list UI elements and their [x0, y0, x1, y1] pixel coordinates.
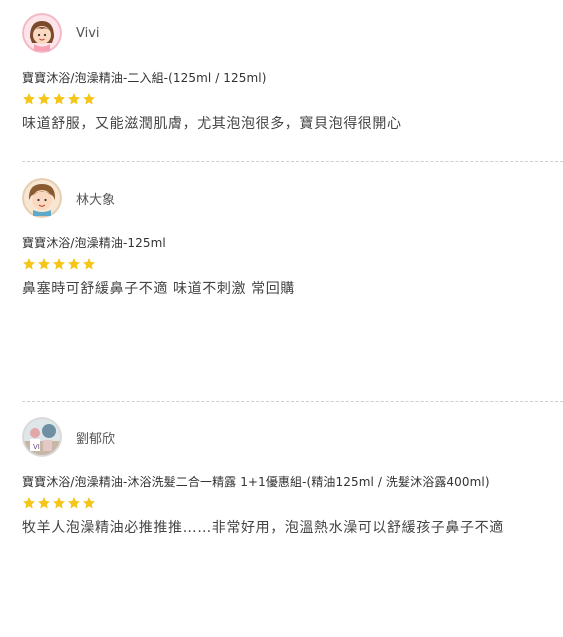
review-text: 鼻塞時可舒緩鼻子不適 味道不刺激 常回購 — [22, 281, 295, 297]
star-icon — [23, 497, 35, 509]
product-name: 寶寶沐浴/泡澡精油-二入組-(125ml / 125ml) — [22, 71, 267, 85]
reviewer-name: 劉郁欣 — [76, 431, 116, 447]
review-header: Vivi — [22, 11, 563, 55]
product-name: 寶寶沐浴/泡澡精油-沐浴洗髮二合一精露 1+1優惠組-(精油125ml / 洗髮… — [22, 475, 490, 489]
girl-avatar-icon — [22, 13, 62, 53]
star-icon — [83, 497, 95, 509]
product-name: 寶寶沐浴/泡澡精油-125ml — [22, 236, 166, 250]
review-item: 林大象 寶寶沐浴/泡澡精油-125ml 鼻塞時可舒緩鼻子不適 味道不刺激 常回購 — [22, 176, 563, 298]
star-icon — [38, 258, 50, 270]
star-icon — [23, 258, 35, 270]
boy-avatar-icon — [22, 178, 62, 218]
star-icon — [23, 93, 35, 105]
star-icon — [38, 497, 50, 509]
star-icon — [53, 497, 65, 509]
reviewer-name: 林大象 — [76, 192, 116, 208]
svg-text:VI: VI — [33, 443, 40, 451]
star-icon — [68, 497, 80, 509]
star-icon — [68, 258, 80, 270]
star-rating — [22, 257, 563, 271]
photo-avatar-icon: VI — [22, 417, 62, 457]
review-header: VI 劉郁欣 — [22, 415, 563, 459]
star-icon — [53, 258, 65, 270]
star-icon — [38, 93, 50, 105]
review-divider — [22, 401, 563, 402]
star-icon — [83, 93, 95, 105]
star-rating — [22, 496, 563, 510]
review-text: 牧羊人泡澡精油必推推推……非常好用，泡溫熱水澡可以舒緩孩子鼻子不適 — [22, 520, 504, 536]
star-rating — [22, 92, 563, 106]
review-divider — [22, 161, 563, 162]
reviewer-name: Vivi — [76, 25, 100, 41]
star-icon — [83, 258, 95, 270]
star-icon — [53, 93, 65, 105]
star-icon — [68, 93, 80, 105]
review-header: 林大象 — [22, 176, 563, 220]
review-item: Vivi 寶寶沐浴/泡澡精油-二入組-(125ml / 125ml) 味道舒服，… — [22, 11, 563, 133]
review-item: VI 劉郁欣 寶寶沐浴/泡澡精油-沐浴洗髮二合一精露 1+1優惠組-(精油125… — [22, 415, 563, 537]
review-text: 味道舒服，又能滋潤肌膚，尤其泡泡很多，寶貝泡得很開心 — [22, 116, 402, 132]
